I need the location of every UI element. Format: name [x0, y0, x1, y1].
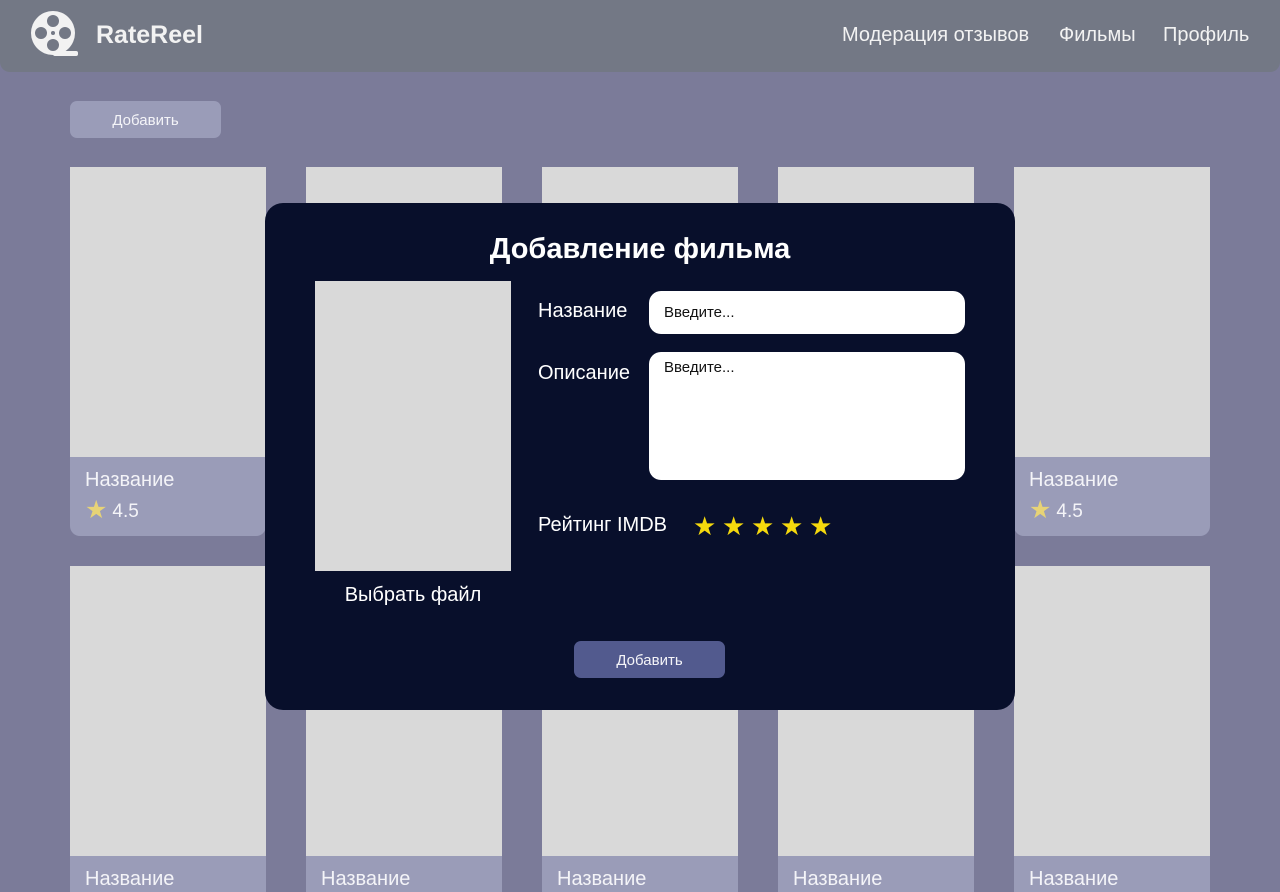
movie-card-info: Название: [778, 856, 974, 892]
movie-title: Название: [1029, 469, 1119, 491]
imdb-rating-stars[interactable]: ★ ★ ★ ★ ★: [693, 511, 838, 541]
top-navbar: RateReel Модерация отзывов Фильмы Профил…: [0, 0, 1280, 72]
movie-poster: [1014, 566, 1210, 856]
brand-name[interactable]: RateReel: [96, 21, 203, 50]
movie-card-info: Название: [542, 856, 738, 892]
movie-rating: ★ 4.5: [85, 498, 251, 523]
add-movie-button[interactable]: Добавить: [70, 101, 221, 138]
movie-card[interactable]: Название ★ 4.5: [70, 167, 266, 536]
movie-title: Название: [793, 868, 883, 890]
nav-review-moderation[interactable]: Модерация отзывов: [842, 24, 1029, 47]
nav-profile[interactable]: Профиль: [1163, 24, 1249, 47]
movie-card-info: Название ★ 4.5: [70, 457, 266, 536]
star-icon: ★: [85, 496, 108, 524]
movie-card-info: Название ★ 4.5: [1014, 457, 1210, 536]
choose-file-button[interactable]: Выбрать файл: [315, 584, 511, 607]
movie-poster: [1014, 167, 1210, 457]
rating-value: 4.5: [112, 501, 139, 522]
movie-card-info: Название: [70, 856, 266, 892]
star-icon: ★: [1029, 496, 1052, 524]
name-input[interactable]: [649, 291, 965, 334]
imdb-rating-label: Рейтинг IMDB: [538, 514, 667, 536]
nav-films[interactable]: Фильмы: [1059, 24, 1136, 47]
star-icon[interactable]: ★: [722, 511, 751, 541]
movie-card[interactable]: Название: [70, 566, 266, 892]
movie-title: Название: [85, 469, 175, 491]
movie-card-info: Название: [1014, 856, 1210, 892]
movie-card[interactable]: Название ★ 4.5: [1014, 167, 1210, 536]
poster-upload-preview[interactable]: [315, 281, 511, 571]
film-reel-icon[interactable]: [30, 10, 80, 58]
movie-card[interactable]: Название: [1014, 566, 1210, 892]
movie-rating: ★ 4.5: [1029, 498, 1195, 523]
add-movie-modal: Добавление фильма Выбрать файл Название …: [265, 203, 1015, 710]
modal-title: Добавление фильма: [489, 233, 791, 265]
star-icon[interactable]: ★: [809, 511, 838, 541]
submit-add-button[interactable]: Добавить: [574, 641, 725, 678]
star-icon[interactable]: ★: [751, 511, 780, 541]
movie-title: Название: [1029, 868, 1119, 890]
name-label: Название: [538, 300, 628, 322]
movie-card-info: Название: [306, 856, 502, 892]
star-icon[interactable]: ★: [780, 511, 809, 541]
rating-value: 4.5: [1056, 501, 1083, 522]
movie-poster: [70, 167, 266, 457]
star-icon[interactable]: ★: [693, 511, 722, 541]
movie-poster: [70, 566, 266, 856]
description-textarea[interactable]: [649, 352, 965, 480]
movie-title: Название: [85, 868, 175, 890]
movie-title: Название: [557, 868, 647, 890]
movie-title: Название: [321, 868, 411, 890]
description-label: Описание: [538, 362, 631, 384]
